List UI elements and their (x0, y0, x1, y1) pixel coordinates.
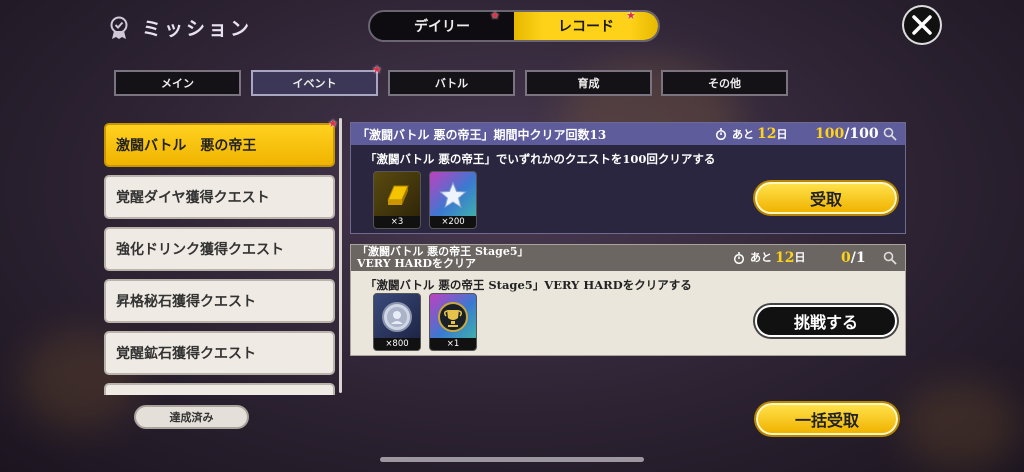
tab-battle[interactable]: バトル (388, 70, 515, 96)
tab-other[interactable]: その他 (661, 70, 788, 96)
tab-event[interactable]: イベント (251, 70, 378, 96)
sidebar-item-label: 昇格秘石獲得クエスト (116, 294, 256, 310)
reward-count: ×1 (430, 338, 476, 350)
stopwatch-icon (715, 128, 727, 140)
sidebar-scrollbar[interactable] (339, 118, 342, 393)
reward-item[interactable]: ×200 (429, 171, 477, 229)
remaining-suffix: 日 (776, 128, 788, 141)
reward-item[interactable]: ×3 (373, 171, 421, 229)
mission-card: 「激闘バトル 悪の帝王」期間中クリア回数13 あと 12 日 100 /100 … (350, 122, 906, 234)
close-icon (912, 15, 932, 35)
mission-progress: 0 /1 (841, 245, 866, 271)
sidebar-item-label: 覚醒ダイヤ獲得クエスト (116, 190, 270, 206)
stopwatch-icon (733, 252, 745, 264)
sidebar-item-diamond-quest[interactable]: 覚醒ダイヤ獲得クエスト (104, 175, 335, 219)
progress-current: 0 (841, 250, 851, 266)
new-badge-icon: ★ (372, 63, 382, 76)
claim-all-button[interactable]: 一括受取 (756, 403, 898, 435)
remaining-prefix: あと (750, 251, 772, 264)
sidebar-item-label: 覚醒鉱石獲得クエスト (116, 346, 256, 362)
remaining-prefix: あと (732, 128, 754, 141)
sidebar-item-drink-quest[interactable]: 強化ドリンク獲得クエスト (104, 227, 335, 271)
sidebar-item-label: 激闘バトル 悪の帝王 (116, 138, 257, 154)
reward-count: ×800 (374, 338, 420, 350)
completed-button[interactable]: 達成済み (134, 405, 249, 429)
mission-title-line2: VERY HARDをクリア (357, 257, 477, 270)
sidebar-item-event-battle[interactable]: 激闘バトル 悪の帝王 (104, 123, 335, 167)
remaining-suffix: 日 (794, 251, 806, 264)
progress-total: /1 (850, 250, 866, 266)
tab-record[interactable]: レコード (514, 12, 658, 40)
reward-count: ×3 (374, 216, 420, 228)
close-button[interactable] (904, 7, 940, 43)
mission-header: 「激闘バトル 悪の帝王 Stage5」 VERY HARDをクリア あと 12 … (351, 245, 905, 271)
progress-current: 100 (815, 126, 845, 142)
search-icon[interactable] (883, 251, 897, 265)
background-glow (900, 380, 1020, 470)
claim-button[interactable]: 受取 (755, 182, 897, 214)
remaining-time: あと 12 日 (715, 123, 787, 145)
daily-record-toggle[interactable]: デイリー レコード (368, 10, 660, 42)
mission-card: 「激闘バトル 悪の帝王 Stage5」 VERY HARDをクリア あと 12 … (350, 244, 906, 356)
challenge-button[interactable]: 挑戦する (755, 305, 897, 337)
home-indicator[interactable] (380, 457, 644, 462)
sidebar-item-ore-quest[interactable]: 覚醒鉱石獲得クエスト (104, 331, 335, 375)
silver-medal-icon (382, 302, 412, 332)
new-badge-icon: ★ (328, 117, 338, 130)
mission-description: 「激闘バトル 悪の帝王 Stage5」VERY HARDをクリアする (365, 278, 692, 292)
sidebar-item-stone-quest[interactable]: 昇格秘石獲得クエスト (104, 279, 335, 323)
new-badge-icon: ★ (626, 9, 636, 22)
gold-bar-icon (387, 185, 409, 205)
progress-total: /100 (844, 126, 879, 142)
mission-progress: 100 /100 (815, 123, 879, 145)
tab-training[interactable]: 育成 (525, 70, 652, 96)
tab-main[interactable]: メイン (114, 70, 241, 96)
remaining-time: あと 12 日 (733, 245, 805, 271)
search-icon[interactable] (883, 127, 897, 141)
new-badge-icon: ★ (490, 9, 500, 22)
mission-description: 「激闘バトル 悪の帝王」でいずれかのクエストを100回クリアする (365, 152, 716, 166)
trophy-icon (438, 302, 468, 332)
reward-item[interactable]: ×1 (429, 293, 477, 351)
reward-count: ×200 (430, 216, 476, 228)
mission-badge-icon (110, 16, 128, 39)
mission-header: 「激闘バトル 悪の帝王」期間中クリア回数13 あと 12 日 100 /100 (351, 123, 905, 145)
mission-title: 「激闘バトル 悪の帝王」期間中クリア回数13 (357, 127, 607, 142)
reward-item[interactable]: ×800 (373, 293, 421, 351)
remaining-days: 12 (757, 126, 777, 142)
sidebar-item-label: 強化ドリンク獲得クエスト (116, 242, 284, 258)
sidebar-item-partial[interactable] (104, 383, 335, 395)
remaining-days: 12 (775, 250, 795, 266)
page-header: ミッション (108, 14, 252, 41)
star-icon (439, 181, 467, 209)
page-title: ミッション (142, 18, 253, 40)
